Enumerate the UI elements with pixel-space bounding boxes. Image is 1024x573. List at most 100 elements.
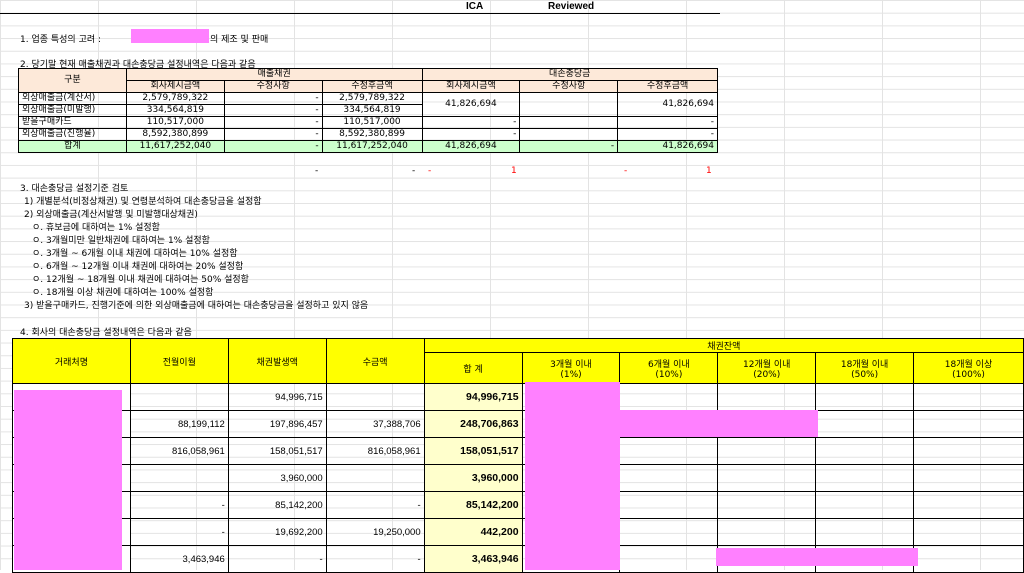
cell: -: [129, 491, 229, 519]
merged-allowance: [519, 92, 619, 117]
cell: 3,960,000: [227, 464, 327, 492]
cell: [619, 437, 719, 465]
cell: [619, 545, 719, 573]
col-category: 구분: [18, 68, 127, 93]
header-collected: 수금액: [325, 338, 425, 384]
cell: 110,517,000: [125, 116, 225, 129]
cell: 158,051,517: [227, 437, 327, 465]
check-cell: -: [315, 166, 319, 176]
check-cell: 1: [511, 166, 517, 176]
cell: -: [617, 128, 718, 141]
cell: [519, 128, 619, 141]
cell: -: [223, 104, 323, 117]
receivable-table: 구분 매출채권 대손충당금 회사제시금액 수정사항 수정후금액 회사제시금액 수…: [18, 68, 718, 153]
subheader: 회사제시금액: [421, 80, 521, 93]
cell: [325, 383, 425, 411]
sum-cell: 158,051,517: [423, 437, 523, 465]
cell: [619, 383, 719, 411]
cell: 88,199,112: [129, 410, 229, 438]
section4-title: 4. 회사의 대손충당금 설정내역은 다음과 같음: [20, 328, 192, 338]
cell: [815, 383, 915, 411]
cell: 41,826,694: [421, 140, 521, 153]
sum-cell: 442,200: [423, 518, 523, 546]
cell: [619, 464, 719, 492]
cell: [913, 464, 1024, 492]
total-label: 합계: [18, 140, 127, 153]
header-aging: 12개월 이내 (20%): [717, 352, 817, 384]
table-row: 816,058,961 158,051,517 816,058,961 158,…: [12, 437, 1024, 465]
table-row: 88,199,112 197,896,457 37,388,706 248,70…: [12, 410, 1024, 438]
cell: -: [617, 116, 718, 129]
ica-header: ICA: [466, 1, 484, 12]
cell: -: [421, 128, 521, 141]
criteria-line: ㅇ. 12개월 ~ 18개월 이내 채권에 대하여는 50% 설정함: [32, 275, 249, 285]
cell: 11,617,252,040: [321, 140, 423, 153]
cell: [913, 491, 1024, 519]
criteria-line: ㅇ. 휴보금에 대하여는 1% 설정함: [32, 223, 160, 233]
sum-cell: 85,142,200: [423, 491, 523, 519]
redacted-block: [716, 548, 918, 566]
cell: 334,564,819: [321, 104, 423, 117]
header-aging: 18개월 이상 (100%): [913, 352, 1024, 384]
cell: 816,058,961: [325, 437, 425, 465]
section3-title: 3. 대손충당금 설정기준 검토: [20, 184, 129, 194]
cell: [913, 518, 1024, 546]
cell: 41,826,694: [617, 140, 718, 153]
sum-cell: 3,463,946: [423, 545, 523, 573]
cell: [717, 464, 817, 492]
header-client: 거래처명: [12, 338, 131, 384]
cell: -: [223, 140, 323, 153]
sum-cell: 3,960,000: [423, 464, 523, 492]
subheader: 회사제시금액: [125, 80, 225, 93]
table-row: 외상매출금(진행율) 8,592,380,899 - 8,592,380,899…: [18, 128, 718, 141]
redacted-block: [525, 382, 620, 570]
check-cell: -: [428, 166, 432, 176]
cell: -: [223, 116, 323, 129]
cell: 19,250,000: [325, 518, 425, 546]
cell: [619, 491, 719, 519]
subheader: 수정후금액: [321, 80, 423, 93]
cell: [815, 518, 915, 546]
cell: [619, 518, 719, 546]
table-row: 3,960,000 3,960,000: [12, 464, 1024, 492]
cell: -: [325, 545, 425, 573]
cell: [913, 545, 1024, 573]
section1-prefix: 1. 업종 특성의 고려 :: [20, 35, 102, 45]
cell: [129, 464, 229, 492]
cell: [913, 410, 1024, 438]
cell: [519, 116, 619, 129]
cell: [717, 518, 817, 546]
merged-allowance: 41,826,694: [617, 92, 718, 117]
cell: [815, 491, 915, 519]
table-row: - 19,692,200 19,250,000 442,200: [12, 518, 1024, 546]
cell: 19,692,200: [227, 518, 327, 546]
row-label: 외상매출금(미발행): [18, 104, 127, 117]
cell: 2,579,789,322: [125, 92, 225, 105]
header-carryover: 전월이월: [129, 338, 229, 384]
check-cell: -: [624, 166, 628, 176]
cell: -: [325, 491, 425, 519]
table-row: 받을구매카드 110,517,000 - 110,517,000 - -: [18, 116, 718, 129]
cell: 816,058,961: [129, 437, 229, 465]
cell: 197,896,457: [227, 410, 327, 438]
header-aging: 18개월 이내 (50%): [815, 352, 915, 384]
cell: 334,564,819: [125, 104, 225, 117]
cell: -: [519, 140, 619, 153]
row-label: 받을구매카드: [18, 116, 127, 129]
redacted-block: [131, 29, 209, 43]
table-row: 94,996,715 94,996,715: [12, 383, 1024, 411]
header-rule: [0, 13, 720, 14]
subheader: 수정사항: [519, 80, 619, 93]
row-label: 외상매출금(계산서): [18, 92, 127, 105]
cell: -: [421, 116, 521, 129]
cell: [717, 437, 817, 465]
cell: [717, 491, 817, 519]
cell: -: [223, 92, 323, 105]
check-cell: 1: [706, 166, 712, 176]
row-label: 외상매출금(진행율): [18, 128, 127, 141]
table-row: - 85,142,200 - 85,142,200: [12, 491, 1024, 519]
redacted-block: [620, 410, 818, 437]
cell: 85,142,200: [227, 491, 327, 519]
header-aging: 6개월 이내 (10%): [619, 352, 719, 384]
group-receivable: 매출채권: [125, 68, 423, 81]
